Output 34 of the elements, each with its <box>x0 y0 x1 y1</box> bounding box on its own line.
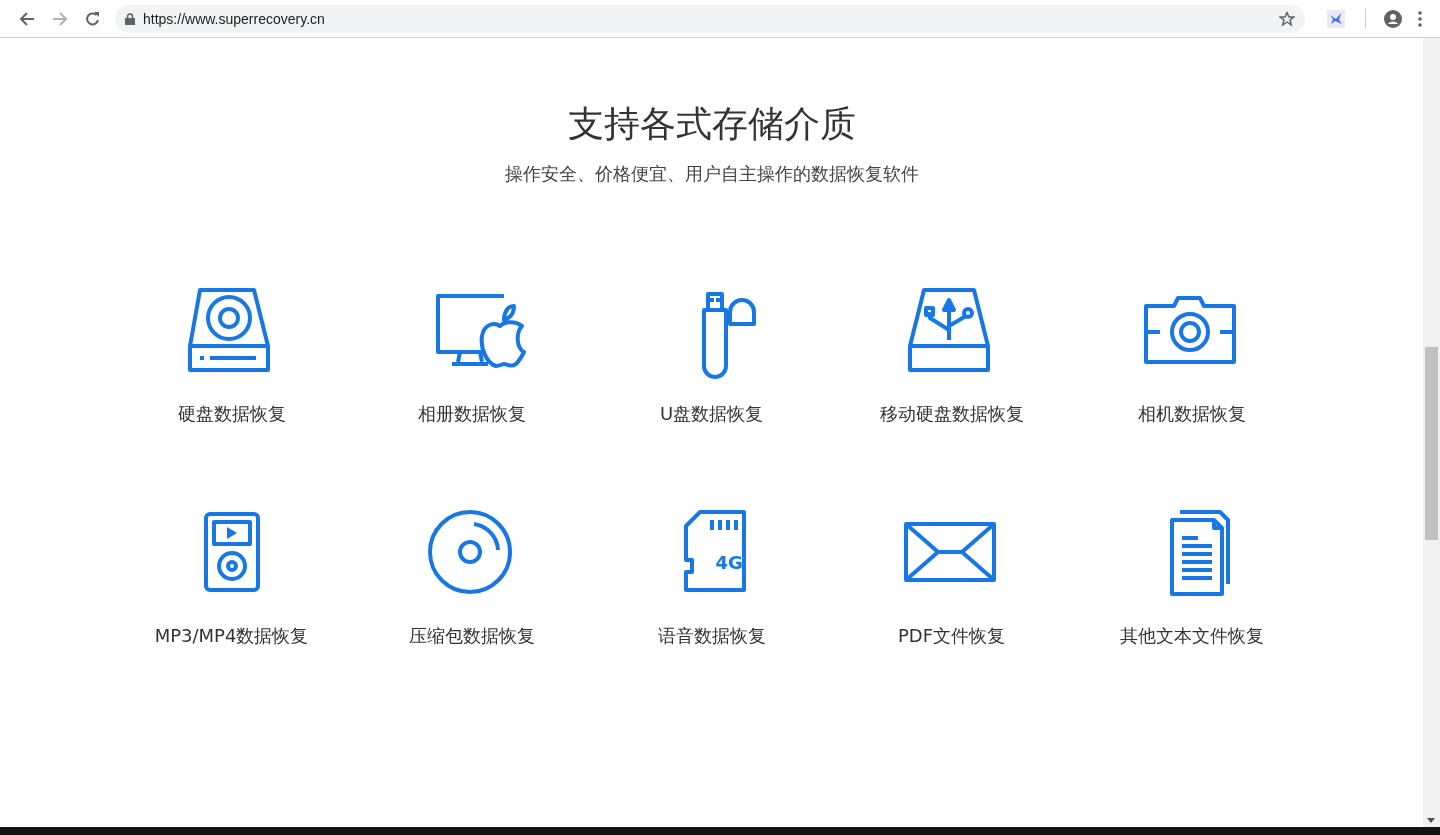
disc-icon <box>427 510 512 594</box>
scrollbar-thumb[interactable] <box>1425 347 1438 540</box>
storage-type-label[interactable]: 硬盘数据恢复 <box>177 402 286 426</box>
bird-extension-icon[interactable] <box>1327 9 1345 28</box>
lock-icon <box>125 12 135 25</box>
storage-type-label[interactable]: 压缩包数据恢复 <box>408 624 535 648</box>
menu-icon[interactable] <box>1418 10 1422 27</box>
storage-type-label[interactable]: 相机数据恢复 <box>1137 402 1246 426</box>
storage-type-label[interactable]: U盘数据恢复 <box>659 402 764 426</box>
drive-usb-icon <box>907 288 990 372</box>
address-bar[interactable]: https://www.superrecovery.cn <box>115 4 1305 33</box>
section-subtitle: 操作安全、价格便宜、用户自主操作的数据恢复软件 <box>504 162 919 186</box>
storage-type-label[interactable]: 移动硬盘数据恢复 <box>879 402 1024 426</box>
star-icon[interactable] <box>1279 10 1295 27</box>
hard-drive-icon <box>187 288 270 372</box>
url-text: https://www.superrecovery.cn <box>143 10 326 27</box>
document-icon <box>1169 510 1230 596</box>
capacity-label: 4G <box>715 554 743 572</box>
account-icon[interactable] <box>1384 9 1402 28</box>
section-title: 支持各式存储介质 <box>567 102 856 146</box>
storage-type-label[interactable]: 其他文本文件恢复 <box>1119 624 1264 648</box>
media-player-icon <box>203 512 260 592</box>
scrollbar[interactable] <box>1423 38 1440 827</box>
reload-icon[interactable] <box>84 10 101 27</box>
camera-icon <box>1143 296 1236 364</box>
back-icon[interactable] <box>18 10 35 27</box>
storage-type-label[interactable]: PDF文件恢复 <box>897 624 1006 648</box>
usb-stick-icon <box>701 292 756 379</box>
storage-type-label[interactable]: 语音数据恢复 <box>657 624 766 648</box>
storage-type-label[interactable]: MP3/MP4数据恢复 <box>154 624 309 648</box>
sd-card-icon <box>683 510 746 592</box>
storage-type-label[interactable]: 相册数据恢复 <box>417 402 526 426</box>
monitor-apple-icon <box>435 294 526 368</box>
envelope-icon <box>903 522 996 582</box>
